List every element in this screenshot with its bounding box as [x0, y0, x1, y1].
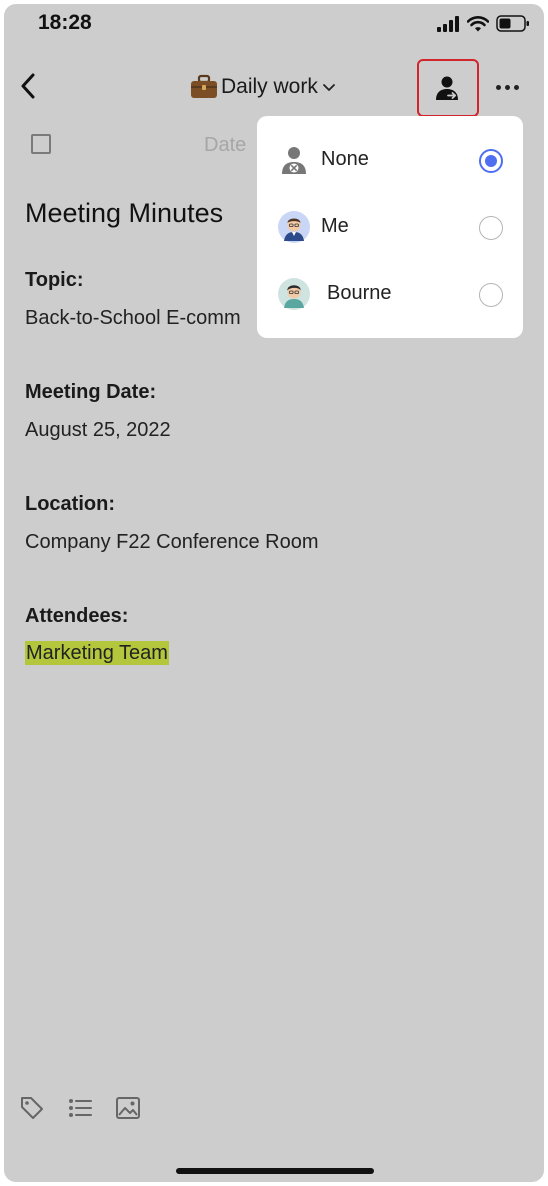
radio-unselected[interactable]: [479, 283, 503, 307]
radio-selected[interactable]: [479, 149, 503, 173]
list-button[interactable]: [66, 1094, 94, 1122]
home-indicator: [176, 1168, 374, 1174]
avatar-me: [278, 211, 310, 243]
list-selector[interactable]: Daily work: [190, 70, 337, 104]
bottom-toolbar: [18, 1094, 142, 1122]
tag-button[interactable]: [18, 1094, 46, 1122]
image-button[interactable]: [114, 1094, 142, 1122]
field-value-location[interactable]: Company F22 Conference Room: [25, 531, 318, 554]
field-label-topic: Topic:: [25, 269, 84, 291]
more-button[interactable]: [489, 71, 525, 103]
assignee-option-label: Me: [321, 215, 349, 237]
back-button[interactable]: [10, 66, 46, 106]
more-dot: [495, 84, 501, 90]
assignee-button[interactable]: [417, 59, 479, 117]
highlighted-text: Marketing Team: [25, 641, 169, 665]
tag-icon: [21, 1097, 43, 1119]
field-label-location: Location:: [25, 493, 115, 515]
more-dot: [513, 84, 519, 90]
status-icons: [436, 15, 530, 32]
date-field[interactable]: Date: [204, 134, 246, 157]
no-assignee-icon: [282, 147, 306, 174]
field-value-topic[interactable]: Back-to-School E-comm: [25, 307, 241, 330]
bulleted-list-icon: [69, 1099, 92, 1117]
chevron-down-icon: [322, 84, 335, 91]
briefcase-icon: [191, 74, 217, 98]
avatar-bourne: [278, 278, 310, 310]
assignee-option-label: None: [321, 148, 369, 170]
battery-icon: [496, 15, 529, 32]
status-bar: 18:28: [4, 4, 544, 44]
chevron-left-icon: [21, 73, 35, 99]
assignee-option-none[interactable]: None: [257, 127, 523, 193]
assignee-option-bourne[interactable]: Bourne: [257, 261, 523, 327]
app-screen: 18:28 Daily work Date Meeting Minutes To…: [4, 4, 544, 1182]
assign-person-icon: [436, 76, 458, 100]
status-time: 18:28: [38, 11, 92, 34]
nav-bar: Daily work: [4, 56, 544, 117]
field-value-attendees[interactable]: Marketing Team: [25, 641, 169, 665]
image-icon: [116, 1097, 140, 1119]
nav-title: Daily work: [221, 75, 318, 98]
assignee-option-me[interactable]: Me: [257, 194, 523, 260]
note-title[interactable]: Meeting Minutes: [25, 198, 223, 229]
signal-icon: [437, 15, 459, 32]
field-label-attendees: Attendees:: [25, 605, 129, 627]
wifi-icon: [467, 15, 489, 31]
radio-unselected[interactable]: [479, 216, 503, 240]
field-label-meeting-date: Meeting Date:: [25, 381, 157, 403]
assignee-option-label: Bourne: [327, 282, 392, 304]
more-dot: [504, 84, 510, 90]
assignee-dropdown: None Me Bourne: [257, 116, 523, 338]
field-value-meeting-date[interactable]: August 25, 2022: [25, 419, 171, 442]
complete-checkbox[interactable]: [31, 134, 51, 154]
